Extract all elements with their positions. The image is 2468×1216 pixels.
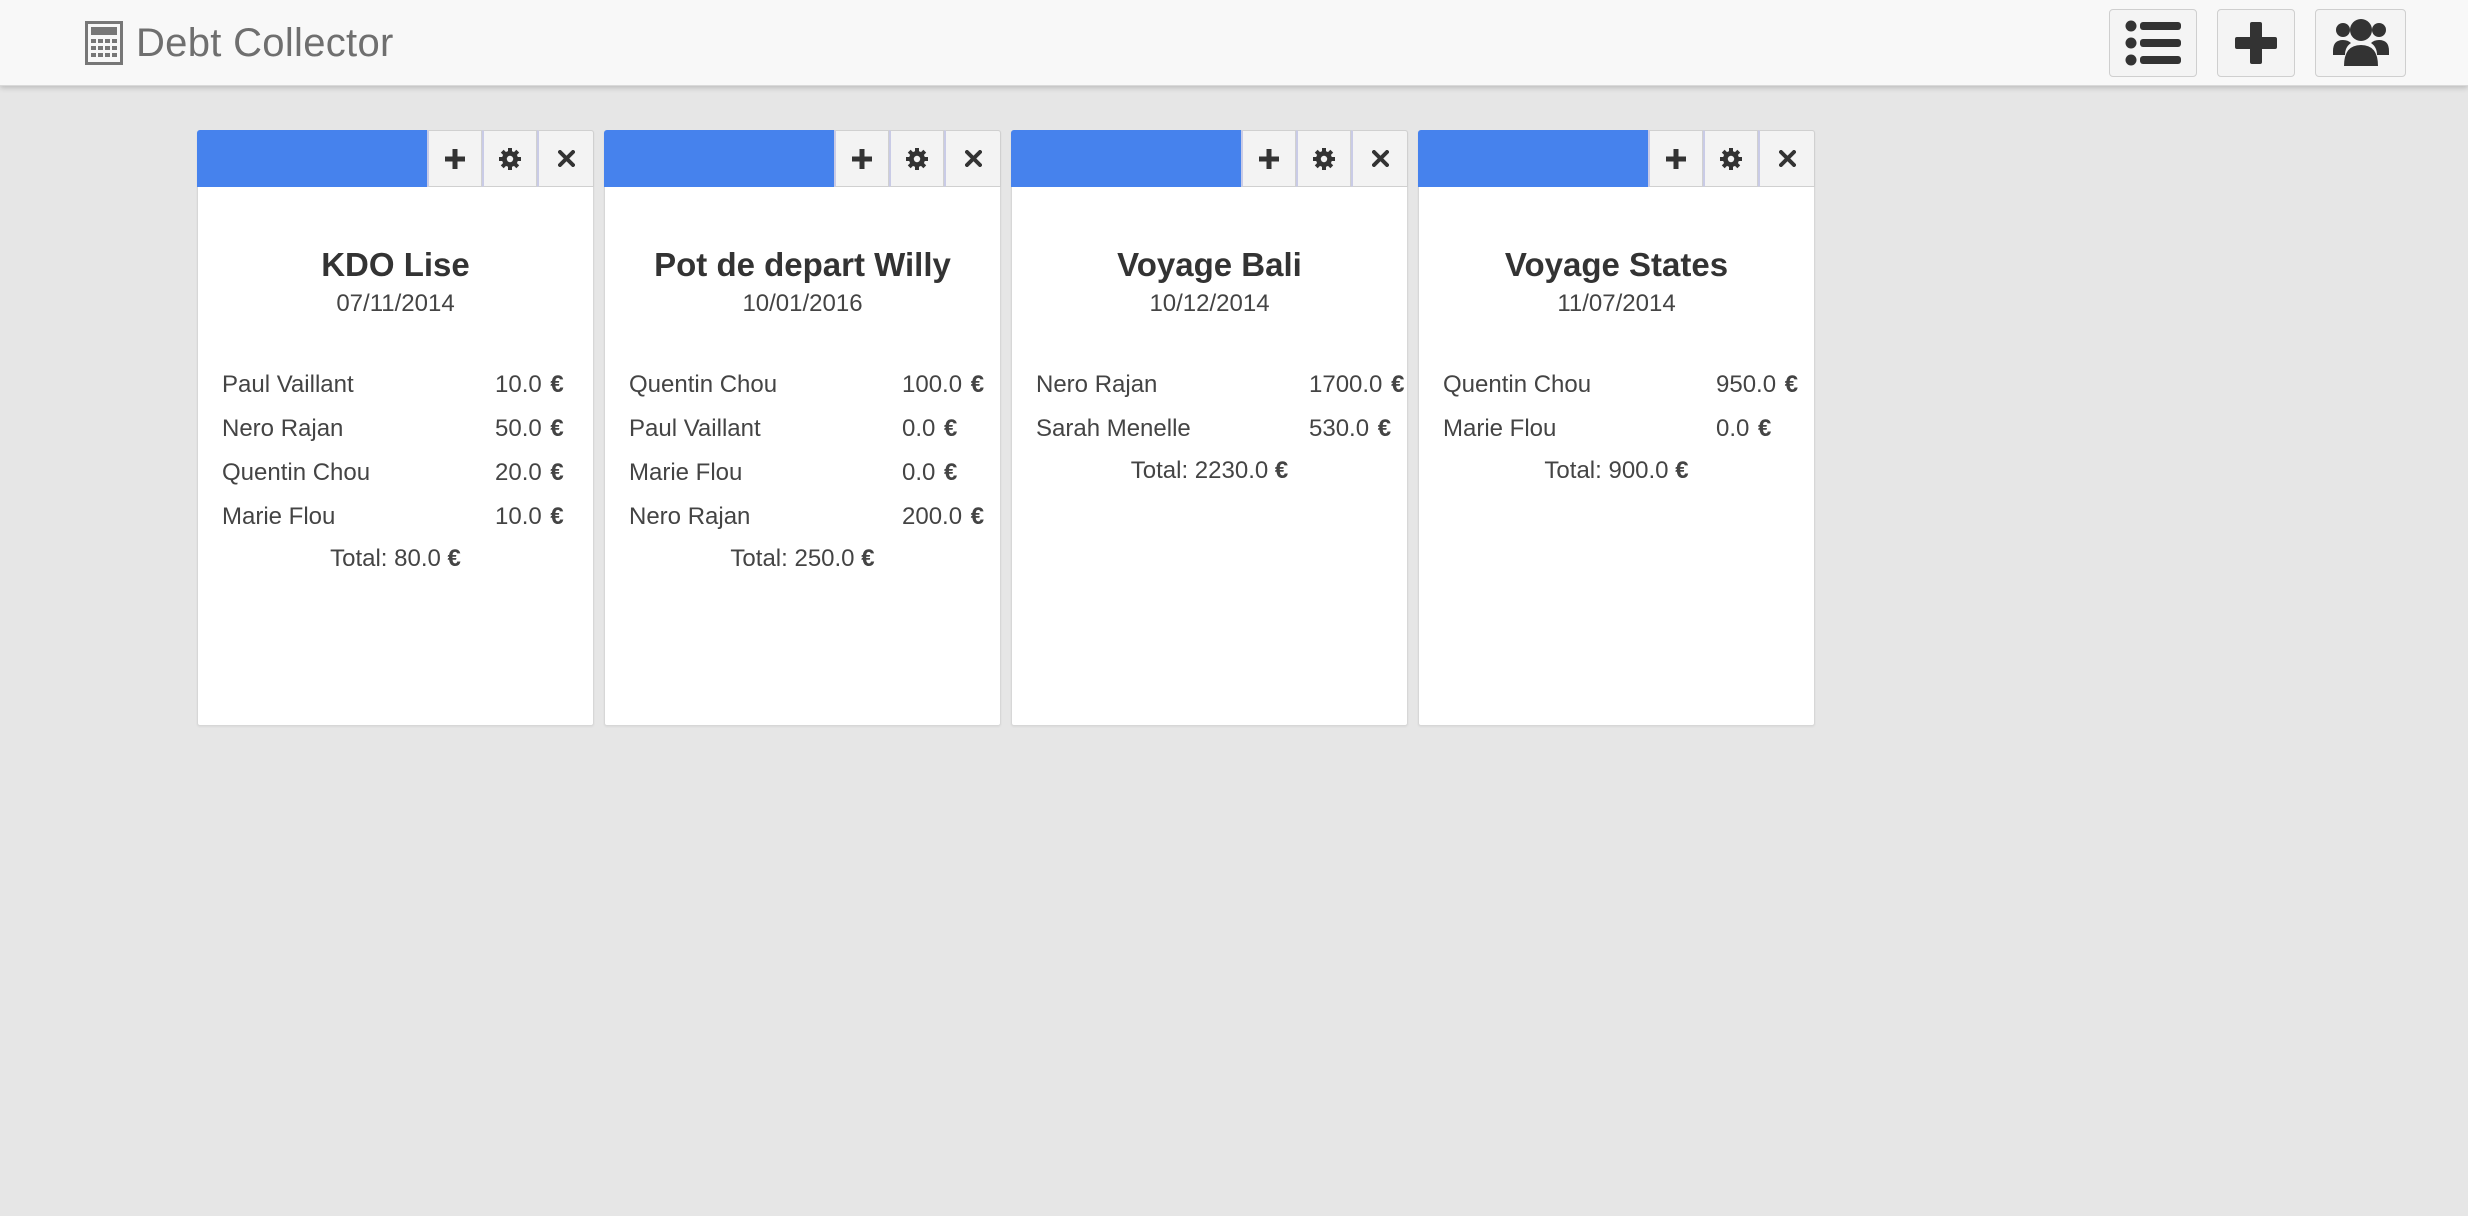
debt-amount: 10.0 € [495,371,564,398]
debt-amount: 200.0 € [902,503,985,530]
debtor-name: Quentin Chou [222,459,371,486]
delete-button[interactable] [1351,130,1408,187]
delete-button[interactable] [944,130,1001,187]
settings-button[interactable] [482,130,537,187]
debt-amount: 100.0 € [902,371,985,398]
navbar: Debt Collector [0,0,2468,86]
debt-amount: 20.0 € [495,459,564,486]
gear-icon [906,147,928,170]
app-title: Debt Collector [136,20,394,65]
add-debt-button[interactable] [1241,130,1296,187]
calculator-icon [85,21,123,65]
card-header [197,130,594,187]
plus-icon [445,148,465,169]
debtor-name: Nero Rajan [222,415,344,442]
event-title: Voyage Bali [1117,246,1302,283]
event-date: 07/11/2014 [336,290,455,317]
event-total: Total: 250.0 € [730,545,875,572]
close-icon [1778,150,1796,167]
event-title: Pot de depart Willy [654,246,951,283]
users-button[interactable] [2315,9,2406,77]
close-icon [964,150,982,167]
debtor-name: Paul Vaillant [629,415,761,442]
event-date: 11/07/2014 [1557,290,1676,317]
debt-amount: 0.0 € [1716,415,1772,442]
settings-button[interactable] [889,130,944,187]
event-total: Total: 80.0 € [330,545,461,572]
debt-amount: 0.0 € [902,415,958,442]
debtor-name: Marie Flou [222,503,336,530]
card-header [1011,130,1408,187]
add-debt-button[interactable] [427,130,482,187]
debt-amount: 530.0 € [1309,415,1392,442]
event-card: KDO Lise 07/11/2014 Paul Vaillant 10.0 €… [197,130,594,726]
debt-amount: 950.0 € [1716,371,1799,398]
plus-icon [1666,148,1686,169]
gear-icon [1313,147,1335,170]
debt-amount: 50.0 € [495,415,564,442]
debtor-name: Quentin Chou [1443,371,1592,398]
list-icon [2125,20,2181,66]
debtor-name: Marie Flou [629,459,743,486]
event-card: Voyage Bali 10/12/2014 Nero Rajan 1700.0… [1011,130,1408,726]
gear-icon [499,147,521,170]
debt-amount: 1700.0 € [1309,371,1405,398]
event-date: 10/12/2014 [1149,290,1270,317]
gear-icon [1720,147,1742,170]
debtor-name: Paul Vaillant [222,371,354,398]
card-color-bar [1418,130,1648,187]
close-icon [557,150,575,167]
plus-icon [852,148,872,169]
event-total: Total: 900.0 € [1544,457,1689,484]
debtor-name: Nero Rajan [629,503,751,530]
delete-button[interactable] [537,130,594,187]
event-total: Total: 2230.0 € [1130,457,1289,484]
debtor-name: Sarah Menelle [1036,415,1191,442]
plus-icon [1259,148,1279,169]
event-title: Voyage States [1504,246,1729,283]
debt-amount: 0.0 € [902,459,958,486]
event-date: 10/01/2016 [742,290,863,317]
debtor-name: Marie Flou [1443,415,1557,442]
card-color-bar [604,130,834,187]
card-header [1418,130,1815,187]
debtor-name: Nero Rajan [1036,371,1158,398]
brand-link[interactable]: Debt Collector [85,18,394,68]
card-color-bar [197,130,427,187]
add-debt-button[interactable] [834,130,889,187]
event-title: KDO Lise [321,246,470,283]
event-card: Voyage States 11/07/2014 Quentin Chou 95… [1418,130,1815,726]
debt-amount: 10.0 € [495,503,564,530]
plus-icon [2235,22,2277,64]
delete-button[interactable] [1758,130,1815,187]
debtor-name: Quentin Chou [629,371,778,398]
add-event-button[interactable] [2217,9,2295,77]
users-icon [2332,19,2389,66]
list-view-button[interactable] [2109,9,2197,77]
event-card: Pot de depart Willy 10/01/2016 Quentin C… [604,130,1001,726]
card-color-bar [1011,130,1241,187]
settings-button[interactable] [1703,130,1758,187]
add-debt-button[interactable] [1648,130,1703,187]
settings-button[interactable] [1296,130,1351,187]
card-header [604,130,1001,187]
close-icon [1371,150,1389,167]
